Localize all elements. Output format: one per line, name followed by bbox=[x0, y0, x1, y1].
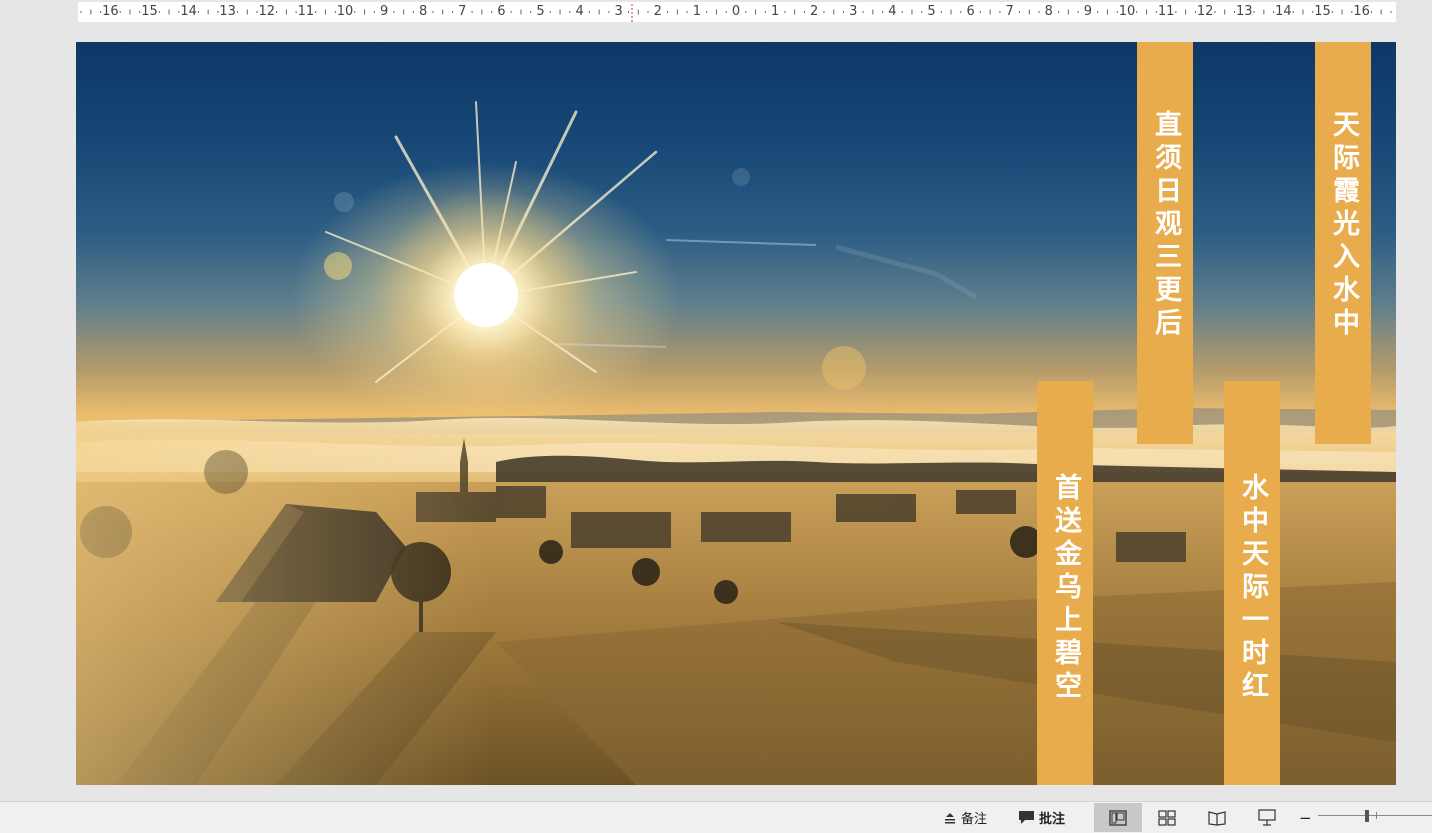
ruler-number: 6 bbox=[966, 4, 975, 19]
poem-line-4: 水中天际一时红 bbox=[1237, 473, 1268, 704]
poem-line-2: 天际霞光入水中 bbox=[1328, 110, 1359, 341]
ruler-number: 15 bbox=[141, 4, 158, 19]
comments-label: 批注 bbox=[1039, 812, 1066, 827]
ruler-number: 5 bbox=[927, 4, 936, 19]
ruler-number: 4 bbox=[575, 4, 584, 19]
poem-banner-1[interactable]: 直须日观三更后 bbox=[1137, 42, 1193, 444]
slide-sorter-icon bbox=[1158, 809, 1176, 826]
zoom-out-label: − bbox=[1299, 808, 1312, 827]
normal-view-button[interactable] bbox=[1094, 803, 1142, 832]
slide-sorter-view-button[interactable] bbox=[1143, 803, 1191, 832]
poem-banner-4[interactable]: 水中天际一时红 bbox=[1224, 381, 1280, 785]
presentation-icon bbox=[1258, 809, 1276, 826]
ruler-number: 16 bbox=[102, 4, 119, 19]
ruler-number: 3 bbox=[614, 4, 623, 19]
ruler-number: 9 bbox=[1083, 4, 1093, 19]
ruler-number: 5 bbox=[536, 4, 545, 19]
ruler-number: 13 bbox=[219, 4, 236, 19]
notes-icon bbox=[945, 812, 955, 823]
ruler-number: 7 bbox=[458, 4, 467, 19]
ruler-number: 12 bbox=[258, 4, 276, 19]
poem-banner-2[interactable]: 天际霞光入水中 bbox=[1315, 42, 1371, 444]
ruler-number: 2 bbox=[653, 4, 662, 19]
reading-view-icon bbox=[1208, 810, 1226, 826]
reading-view-button[interactable] bbox=[1193, 803, 1241, 832]
ruler-number: 16 bbox=[1353, 4, 1370, 19]
poem-line-3: 首送金乌上碧空 bbox=[1050, 473, 1081, 704]
ruler-number: 14 bbox=[1275, 4, 1292, 19]
poem-line-1: 直须日观三更后 bbox=[1150, 110, 1181, 341]
ruler-number: 1 bbox=[770, 4, 780, 19]
ruler-number: 12 bbox=[1196, 4, 1214, 19]
horizontal-ruler[interactable]: 16 15 14 13 12 11 10 9 8 7 6 5 4 3 2 1 0 1 2 3 4 5 6 7 8 9 10 11 12 1… bbox=[78, 2, 1396, 22]
zoom-slider-track[interactable] bbox=[1318, 815, 1432, 816]
comments-button[interactable]: 批注 bbox=[1018, 802, 1065, 833]
ruler-number: 11 bbox=[1157, 4, 1175, 19]
ruler-number: 15 bbox=[1314, 4, 1331, 19]
ruler-number: 7 bbox=[1005, 4, 1014, 19]
ruler-number: 1 bbox=[692, 4, 702, 19]
ruler-number: 6 bbox=[497, 4, 506, 19]
poem-banner-3[interactable]: 首送金乌上碧空 bbox=[1037, 381, 1093, 785]
status-bar: 备注 批注 − bbox=[0, 801, 1432, 833]
normal-view-icon bbox=[1109, 809, 1127, 826]
ruler-number: 9 bbox=[379, 4, 389, 19]
ruler-number: 8 bbox=[419, 4, 428, 19]
zoom-out-button[interactable]: − bbox=[1299, 802, 1312, 833]
zoom-slider-center-tick bbox=[1376, 812, 1377, 819]
sunrise-landscape-image bbox=[76, 101, 1396, 785]
ruler-number: 10 bbox=[1118, 4, 1136, 19]
ruler-number: 8 bbox=[1044, 4, 1053, 19]
ruler-number: 3 bbox=[849, 4, 858, 19]
notes-button[interactable]: 备注 bbox=[943, 802, 987, 833]
ruler-number: 14 bbox=[180, 4, 197, 19]
ruler-number: 0 bbox=[731, 4, 741, 19]
ruler-number: 2 bbox=[810, 4, 819, 19]
ruler-number: 13 bbox=[1236, 4, 1253, 19]
notes-label: 备注 bbox=[961, 812, 988, 827]
slide-canvas[interactable]: 直须日观三更后 天际霞光入水中 首送金乌上碧空 水中天际一时红 bbox=[76, 42, 1396, 785]
ruler-number: 10 bbox=[336, 4, 354, 19]
ruler-number: 4 bbox=[888, 4, 897, 19]
slideshow-button[interactable] bbox=[1243, 803, 1291, 832]
zoom-slider-thumb[interactable] bbox=[1365, 810, 1369, 822]
comment-icon bbox=[1019, 811, 1034, 824]
ruler-number: 11 bbox=[297, 4, 315, 19]
